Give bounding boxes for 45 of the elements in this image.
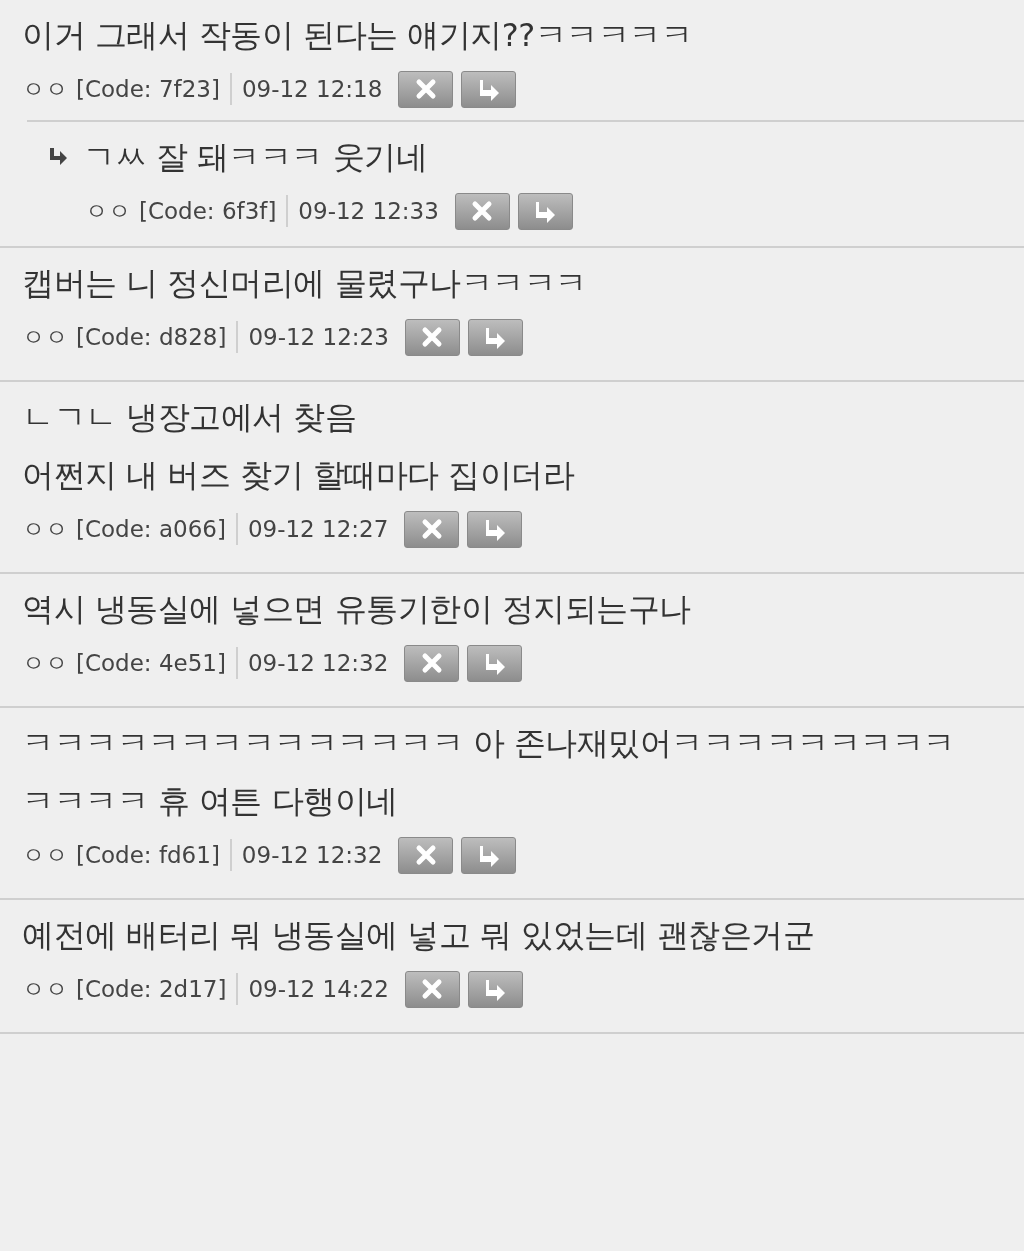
comment-time: 09-12 12:32 bbox=[241, 840, 383, 870]
reply-button[interactable] bbox=[517, 192, 573, 230]
comment-text: ㅋㅋㅋㅋㅋㅋㅋㅋㅋㅋㅋㅋㅋㅋ 아 존나재밌어ㅋㅋㅋㅋㅋㅋㅋㅋㅋ bbox=[22, 723, 956, 764]
reply-text: ㄱㅆ 잘 돼ㅋㅋㅋ 웃기네 bbox=[83, 137, 427, 178]
comment-text: ㅋㅋㅋㅋ 휴 여튼 다행이네 bbox=[22, 781, 399, 822]
comment-time: 09-12 12:27 bbox=[247, 514, 389, 544]
author-name: ㅇㅇ bbox=[22, 840, 68, 870]
delete-button[interactable] bbox=[454, 192, 510, 230]
comment-code: [Code: a066] bbox=[76, 514, 226, 544]
comment-time: 09-12 12:18 bbox=[241, 74, 383, 104]
delete-button[interactable] bbox=[404, 970, 460, 1008]
comment-text: 캡버는 니 정신머리에 물렸구나ㅋㅋㅋㅋ bbox=[22, 263, 588, 304]
comment-text: 역시 냉동실에 넣으면 유통기한이 정지되는구나 bbox=[22, 589, 692, 630]
comment-text: 어쩐지 내 버즈 찾기 할때마다 집이더라 bbox=[22, 455, 576, 496]
delete-button[interactable] bbox=[404, 510, 460, 548]
reply-button[interactable] bbox=[461, 70, 517, 108]
comment-text: 예전에 배터리 뭐 냉동실에 넣고 뭐 있었는데 괜찮은거군 bbox=[22, 915, 816, 956]
delete-button[interactable] bbox=[404, 318, 460, 356]
reply-button[interactable] bbox=[467, 318, 523, 356]
reply-button[interactable] bbox=[461, 836, 517, 874]
comment-text: ㄴㄱㄴ 냉장고에서 찾음 bbox=[22, 397, 358, 438]
reply-button[interactable] bbox=[467, 970, 523, 1008]
author-name: ㅇㅇ bbox=[22, 974, 68, 1004]
author-name: ㅇㅇ bbox=[85, 196, 131, 226]
comment-code: [Code: 6f3f] bbox=[139, 196, 277, 226]
comment-time: 09-12 12:23 bbox=[248, 322, 389, 352]
reply-button[interactable] bbox=[467, 644, 523, 682]
author-name: ㅇㅇ bbox=[22, 514, 68, 544]
comment-time: 09-12 12:33 bbox=[298, 196, 439, 226]
comment-code: [Code: 7f23] bbox=[76, 74, 220, 104]
comment-time: 09-12 12:32 bbox=[247, 648, 389, 678]
comment-code: [Code: fd61] bbox=[76, 840, 220, 870]
comment-code: [Code: 4e51] bbox=[76, 648, 226, 678]
comment-code: [Code: d828] bbox=[76, 322, 227, 352]
reply-arrow-icon bbox=[47, 146, 69, 168]
comment-time: 09-12 14:22 bbox=[248, 974, 389, 1004]
delete-button[interactable] bbox=[404, 644, 460, 682]
delete-button[interactable] bbox=[398, 70, 454, 108]
author-name: ㅇㅇ bbox=[22, 322, 68, 352]
reply-button[interactable] bbox=[467, 510, 523, 548]
author-name: ㅇㅇ bbox=[22, 648, 68, 678]
comment-code: [Code: 2d17] bbox=[76, 974, 227, 1004]
delete-button[interactable] bbox=[398, 836, 454, 874]
comment-text: 이거 그래서 작동이 된다는 얘기지??ㅋㅋㅋㅋㅋ bbox=[22, 15, 694, 56]
author-name: ㅇㅇ bbox=[22, 74, 68, 104]
